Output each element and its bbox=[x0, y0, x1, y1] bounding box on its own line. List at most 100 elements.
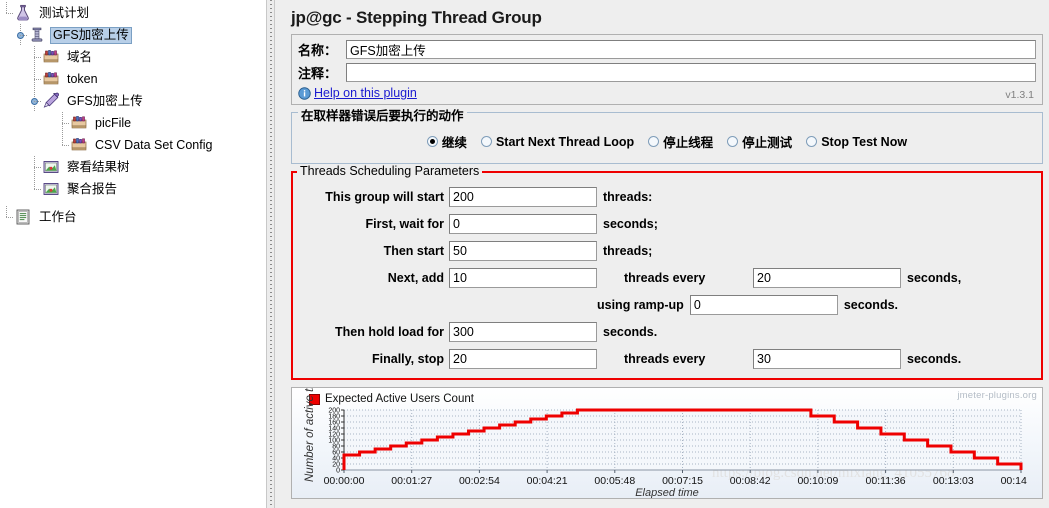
tree-item-picfile[interactable]: picFile bbox=[0, 112, 266, 134]
svg-text:160: 160 bbox=[328, 420, 340, 427]
element-config-pane: jp@gc - Stepping Thread Group 名称： 注释： He… bbox=[275, 0, 1049, 508]
ramp-up-input[interactable] bbox=[689, 294, 838, 315]
tree-item-http-sampler[interactable]: GFS加密上传 bbox=[0, 90, 266, 112]
plugin-version-label: v1.3.1 bbox=[1005, 89, 1034, 101]
comment-label: 注释： bbox=[298, 66, 338, 81]
radio-label: 继续 bbox=[441, 136, 467, 150]
help-on-this-plugin-link[interactable]: Help on this plugin bbox=[314, 86, 417, 100]
shutdown-interval-input[interactable] bbox=[753, 348, 901, 369]
row-unit: threads; bbox=[603, 243, 653, 258]
radio-label: Start Next Thread Loop bbox=[495, 134, 635, 149]
tree-connector bbox=[0, 2, 14, 24]
tree-expand-handle[interactable] bbox=[28, 90, 42, 112]
svg-text:00:13:03: 00:13:03 bbox=[933, 475, 974, 487]
name-input[interactable] bbox=[346, 40, 1036, 59]
tree-item-label: 聚合报告 bbox=[67, 181, 118, 196]
config-element-icon bbox=[43, 50, 59, 63]
radio-label: Stop Test Now bbox=[821, 134, 908, 149]
svg-text:0: 0 bbox=[336, 468, 340, 475]
test-plan-icon bbox=[17, 4, 29, 21]
error-action-group: 在取样器错误后要执行的动作 继续 Start Next Thread Loop … bbox=[291, 105, 1043, 164]
name-row: 名称： bbox=[298, 40, 1036, 59]
config-element-icon bbox=[43, 72, 59, 85]
radio-stop-thread[interactable]: 停止线程 bbox=[648, 132, 713, 151]
radio-continue[interactable]: 继续 bbox=[426, 132, 467, 151]
row-next-add: Next, add threads every seconds, bbox=[301, 264, 1033, 291]
radio-label: 停止线程 bbox=[663, 136, 714, 150]
http-sampler-icon bbox=[43, 92, 59, 108]
info-icon bbox=[298, 86, 311, 100]
tree-connector bbox=[0, 206, 14, 228]
threads-scheduling-group: Threads Scheduling Parameters This group… bbox=[291, 164, 1043, 380]
radio-start-next-thread-loop[interactable]: Start Next Thread Loop bbox=[480, 134, 635, 149]
shutdown-threads-input[interactable] bbox=[449, 348, 597, 369]
row-this-group-will-start: This group will start threads: bbox=[301, 183, 1033, 210]
error-action-group-title: 在取样器错误后要执行的动作 bbox=[298, 105, 467, 124]
tree-item-view-results-tree[interactable]: 察看结果树 bbox=[0, 156, 266, 178]
splitter-grip[interactable] bbox=[270, 0, 272, 508]
row-label: Then hold load for bbox=[334, 324, 444, 339]
name-comment-box: 名称： 注释： Help on this plugin v1.3.1 bbox=[291, 34, 1043, 105]
tree-item-thread-group[interactable]: GFS加密上传 bbox=[0, 24, 266, 46]
tree-expand-handle[interactable] bbox=[14, 24, 28, 46]
tree-connector bbox=[28, 156, 42, 178]
radio-dot[interactable] bbox=[480, 136, 492, 147]
svg-text:120: 120 bbox=[328, 432, 340, 439]
radio-dot[interactable] bbox=[648, 136, 660, 147]
radio-label: 停止测试 bbox=[742, 136, 793, 150]
name-label: 名称： bbox=[298, 43, 338, 58]
svg-text:00:04:21: 00:04:21 bbox=[527, 475, 568, 487]
test-plan-tree[interactable]: 测试计划 GFS加密上传 域名 token GFS加密上传 picFile CS… bbox=[0, 0, 266, 508]
radio-stop-test-now[interactable]: Stop Test Now bbox=[806, 135, 907, 149]
increment-threads-input[interactable] bbox=[449, 267, 597, 288]
row-unit: threads every bbox=[624, 351, 706, 366]
row-unit-2: seconds. bbox=[907, 351, 962, 366]
row-label: First, wait for bbox=[365, 216, 444, 231]
tree-connector bbox=[20, 35, 28, 36]
tree-item-workbench[interactable]: 工作台 bbox=[0, 206, 266, 228]
tree-item-domain[interactable]: 域名 bbox=[0, 46, 266, 68]
total-threads-input[interactable] bbox=[449, 186, 597, 207]
initial-delay-input[interactable] bbox=[449, 213, 597, 234]
svg-text:00:14:30: 00:14:30 bbox=[1001, 475, 1027, 487]
start-threads-input[interactable] bbox=[449, 240, 597, 261]
tree-connector bbox=[34, 101, 42, 102]
svg-text:20: 20 bbox=[332, 462, 340, 469]
tree-item-csv-data-set-config[interactable]: CSV Data Set Config bbox=[0, 134, 266, 156]
row-label: Finally, stop bbox=[372, 351, 444, 366]
row-label: This group will start bbox=[325, 189, 444, 204]
tree-item-label: 域名 bbox=[67, 49, 93, 64]
tree-item-label: 工作台 bbox=[39, 209, 77, 224]
tree-item-token[interactable]: token bbox=[0, 68, 266, 90]
panel-splitter[interactable] bbox=[266, 0, 275, 508]
workbench-icon bbox=[16, 209, 30, 225]
row-using-ramp-up: using ramp-up seconds. bbox=[301, 291, 1033, 318]
radio-dot[interactable] bbox=[426, 136, 438, 147]
page-title: jp@gc - Stepping Thread Group bbox=[291, 8, 542, 27]
row-finally-stop: Finally, stop threads every seconds. bbox=[301, 345, 1033, 372]
tree-item-aggregate-report[interactable]: 聚合报告 bbox=[0, 178, 266, 200]
error-action-radio-row: 继续 Start Next Thread Loop 停止线程 停止测试 Stop… bbox=[298, 125, 1036, 155]
radio-dot[interactable] bbox=[727, 136, 739, 147]
expected-users-chart: jmeter-plugins.org Expected Active Users… bbox=[291, 387, 1043, 499]
tree-connector bbox=[28, 46, 42, 68]
comment-input[interactable] bbox=[346, 63, 1036, 82]
increment-interval-input[interactable] bbox=[753, 267, 901, 288]
tree-item-label: GFS加密上传 bbox=[67, 93, 143, 108]
radio-stop-test[interactable]: 停止测试 bbox=[727, 132, 792, 151]
tree-item-test-plan[interactable]: 测试计划 bbox=[0, 2, 266, 24]
svg-text:200: 200 bbox=[328, 408, 340, 415]
row-label: Then start bbox=[383, 243, 444, 258]
svg-text:00:07:15: 00:07:15 bbox=[662, 475, 703, 487]
svg-text:80: 80 bbox=[332, 444, 340, 451]
help-row: Help on this plugin v1.3.1 bbox=[298, 86, 1036, 101]
svg-text:00:01:27: 00:01:27 bbox=[391, 475, 432, 487]
row-unit: seconds. bbox=[843, 297, 898, 312]
svg-text:40: 40 bbox=[332, 456, 340, 463]
hold-load-input[interactable] bbox=[449, 321, 597, 342]
chart-plot-area: 020406080100120140160180200 00:00:00 00:01… bbox=[324, 408, 1027, 488]
row-unit: threads every bbox=[624, 270, 706, 285]
svg-text:140: 140 bbox=[328, 426, 340, 433]
chart-x-axis-title: Elapsed time bbox=[635, 487, 699, 499]
radio-dot[interactable] bbox=[806, 136, 818, 147]
